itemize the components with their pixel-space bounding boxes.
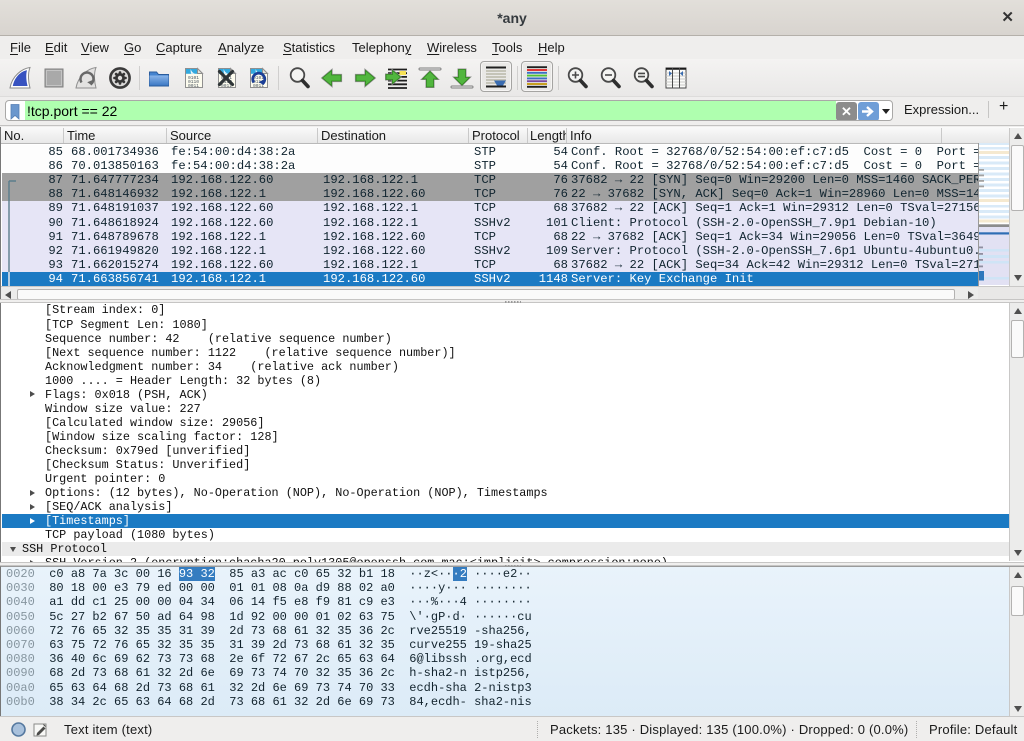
svg-text:0011: 0011 xyxy=(188,83,199,89)
